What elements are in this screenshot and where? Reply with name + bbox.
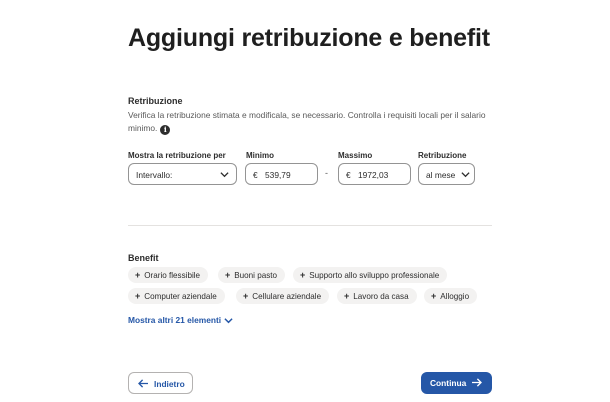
benefit-chip[interactable]: + Computer aziendale (128, 288, 225, 304)
max-label: Massimo (338, 151, 373, 160)
min-value: 539,79 (265, 170, 291, 180)
plus-icon: + (344, 291, 350, 301)
show-pay-select[interactable]: Intervallo: (128, 163, 237, 185)
show-more-link[interactable]: Mostra altri 21 elementi (128, 315, 233, 325)
range-separator: - (325, 168, 328, 178)
page-title: Aggiungi retribuzione e benefit (128, 24, 490, 52)
benefit-chip-label: Supporto allo sviluppo professionale (309, 271, 440, 280)
benefit-chip-label: Alloggio (440, 292, 470, 301)
chevron-down-icon (224, 318, 233, 324)
plus-icon: + (225, 270, 231, 280)
back-label: Indietro (154, 379, 185, 389)
benefit-chip[interactable]: + Alloggio (424, 288, 478, 304)
rate-select[interactable]: al mese (418, 163, 475, 185)
chevron-down-icon (220, 172, 229, 178)
show-more-label: Mostra altri 21 elementi (128, 315, 222, 325)
min-input[interactable]: € 539,79 (245, 163, 318, 185)
benefits-section-title: Benefit (128, 253, 159, 263)
benefit-chip[interactable]: + Supporto allo sviluppo professionale (293, 267, 448, 283)
rate-label: Retribuzione (418, 151, 467, 160)
plus-icon: + (135, 291, 141, 301)
show-pay-value: Intervallo: (136, 170, 173, 180)
benefit-chip[interactable]: + Orario flessibile (128, 267, 209, 283)
max-input[interactable]: € 1972,03 (338, 163, 411, 185)
continue-button[interactable]: Continua (421, 372, 492, 394)
benefit-chip-label: Buoni pasto (234, 271, 278, 280)
pay-section-title: Retribuzione (128, 96, 183, 106)
arrow-right-icon (472, 378, 482, 387)
benefit-chip-label: Computer aziendale (144, 292, 217, 301)
benefit-chip[interactable]: + Lavoro da casa (337, 288, 417, 304)
benefit-chip-label: Cellulare aziendale (252, 292, 322, 301)
show-pay-label: Mostra la retribuzione per (128, 151, 226, 160)
arrow-left-icon (138, 379, 148, 388)
max-value: 1972,03 (358, 170, 389, 180)
benefit-chip[interactable]: + Cellulare aziendale (236, 288, 330, 304)
min-label: Minimo (246, 151, 274, 160)
currency-symbol: € (253, 170, 258, 180)
plus-icon: + (300, 270, 306, 280)
chevron-down-icon (461, 172, 470, 178)
currency-symbol: € (346, 170, 351, 180)
plus-icon: + (135, 270, 141, 280)
plus-icon: + (243, 291, 249, 301)
rate-value: al mese (426, 170, 456, 180)
benefit-chip-label: Lavoro da casa (353, 292, 409, 301)
info-icon[interactable]: i (160, 125, 171, 135)
section-divider (128, 225, 492, 226)
back-button[interactable]: Indietro (128, 372, 193, 394)
pay-description: Verifica la retribuzione stimata e modif… (128, 109, 493, 135)
plus-icon: + (431, 291, 437, 301)
continue-label: Continua (430, 378, 467, 388)
benefit-chip-label: Orario flessibile (144, 271, 201, 280)
pay-description-text: Verifica la retribuzione stimata e modif… (128, 110, 486, 133)
benefit-chip[interactable]: + Buoni pasto (218, 267, 286, 283)
